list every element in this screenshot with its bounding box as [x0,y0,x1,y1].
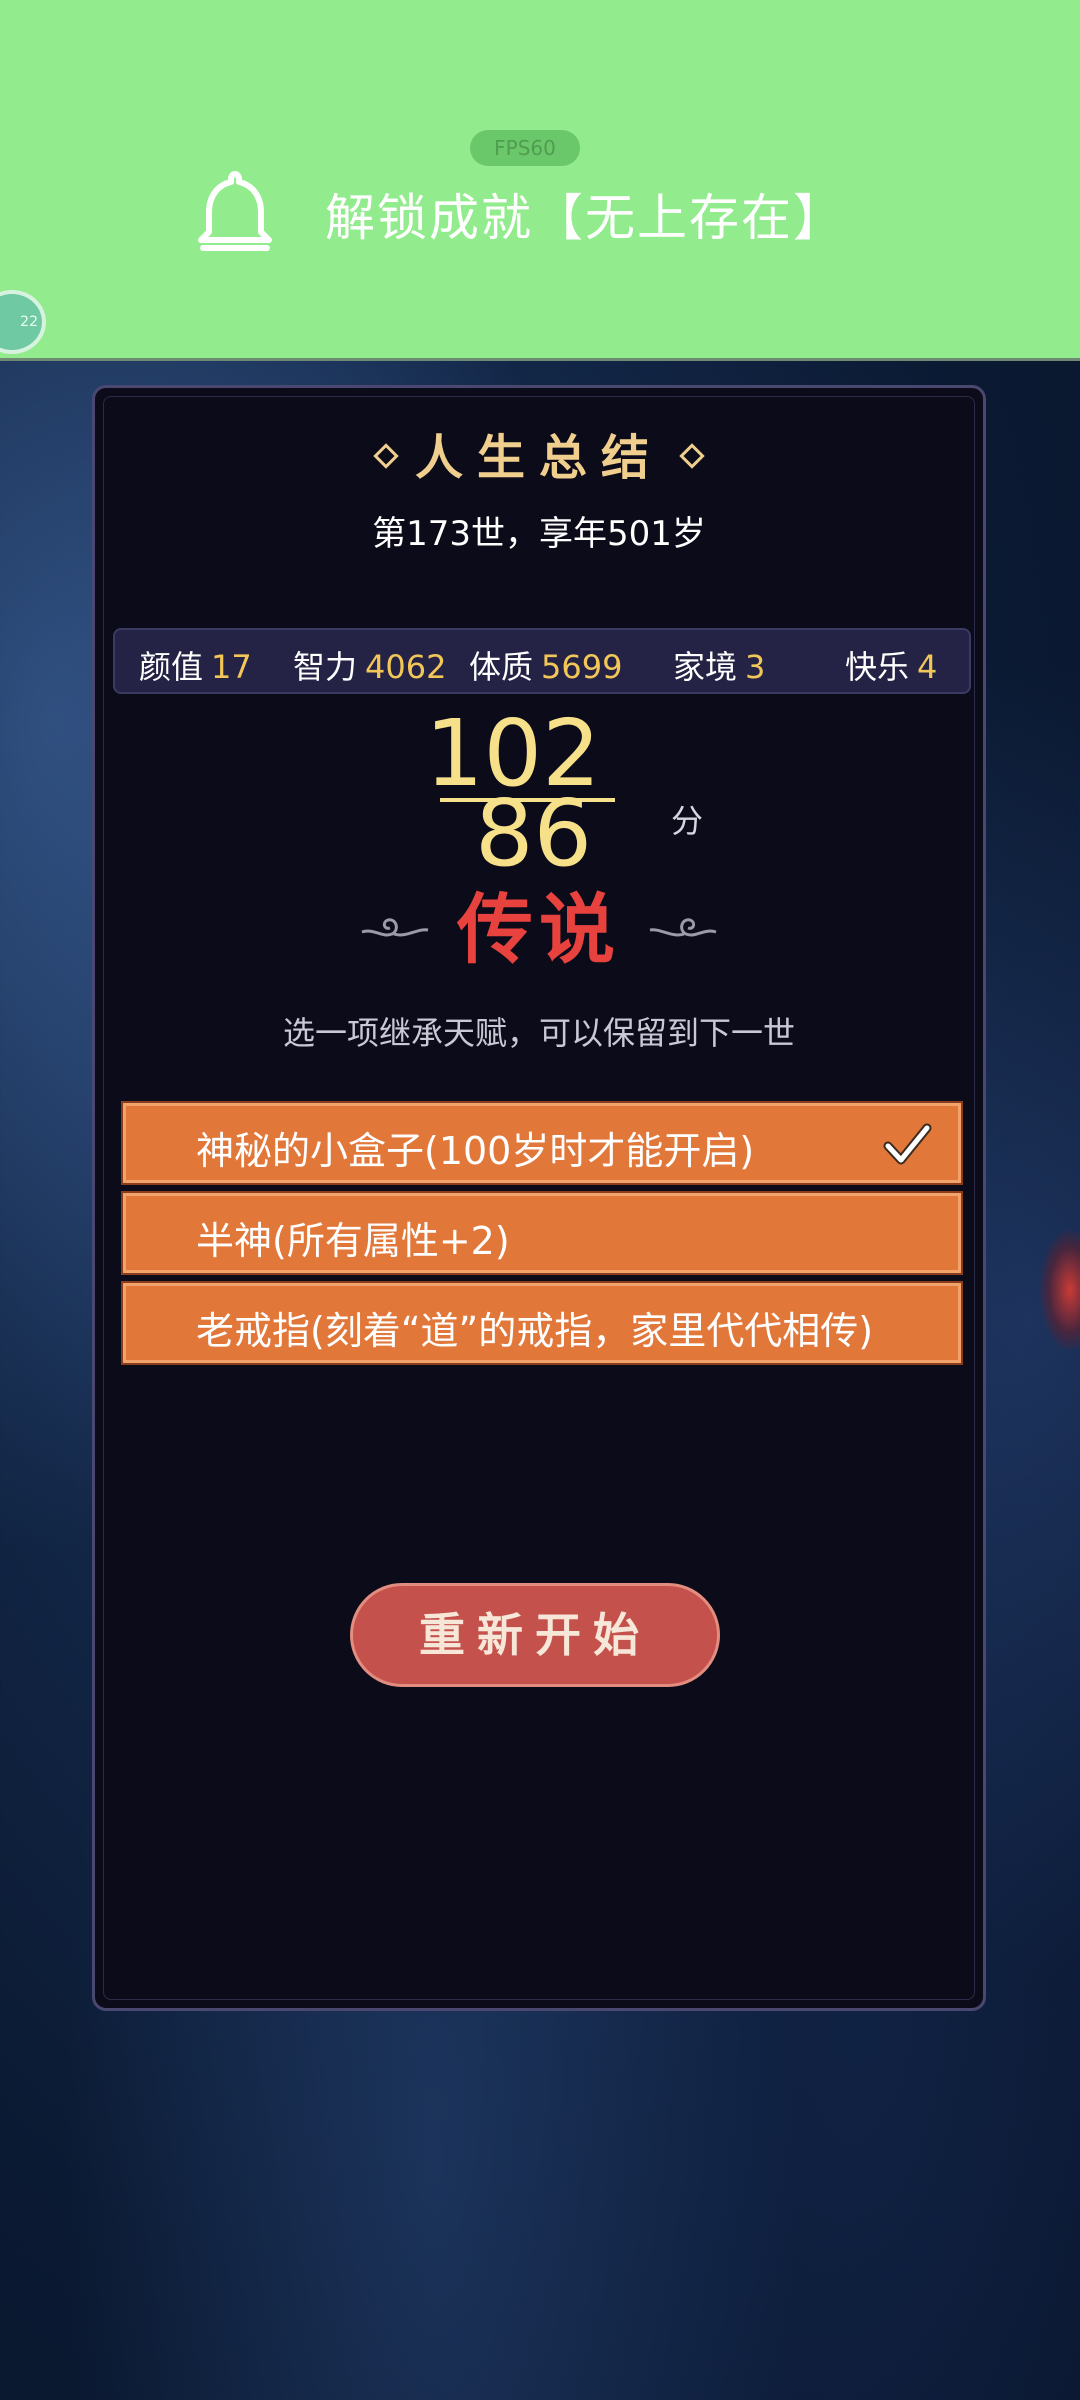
score-unit: 分 [671,802,704,840]
diamond-ornament-icon [679,442,705,469]
fps-counter: FPS60 [470,130,580,166]
rank-title: 传说 [457,885,621,974]
life-info: 第173世，享年501岁 [372,514,706,554]
stat-appearance: 颜值 17 [139,642,252,688]
talent-option-label: 半神(所有属性+2) [196,1219,510,1263]
stat-label: 快乐 [845,648,910,686]
stat-value: 17 [211,648,252,686]
stat-label: 体质 [469,648,534,686]
stat-value: 5699 [541,648,623,686]
stat-value: 3 [745,648,766,686]
stat-value: 4062 [365,648,447,686]
stat-value: 4 [917,648,938,686]
talent-option-label: 神秘的小盒子(100岁时才能开启) [196,1129,755,1173]
checkmark-icon [883,1123,932,1165]
panel-title: 人生总结 [95,418,983,488]
stat-family: 家境 3 [673,642,765,688]
talent-option[interactable]: 半神(所有属性+2) [121,1191,963,1275]
inherit-hint: 选一项继承天赋，可以保留到下一世 [282,1014,795,1052]
notification-banner[interactable]: FPS60 解锁成就【无上存在】 [0,0,1080,361]
diamond-ornament-icon [373,442,399,469]
talent-option-label: 老戒指(刻着“道”的戒指，家里代代相传) [196,1309,874,1353]
stat-label: 家境 [673,648,738,686]
bell-icon [198,171,272,251]
cloud-ornament-icon [649,918,717,937]
restart-button[interactable]: 重新开始 [350,1583,720,1687]
attribute-bar: 颜值 17 智力 4062 体质 5699 家境 3 快乐 4 [113,628,971,694]
talent-option[interactable]: 老戒指(刻着“道”的戒指，家里代代相传) [121,1281,963,1365]
stat-label: 颜值 [139,648,204,686]
stat-constitution: 体质 5699 [469,642,622,688]
stat-happiness: 快乐 4 [845,642,937,688]
life-summary-panel: 人生总结 第173世，享年501岁 颜值 17 智力 4062 体质 5699 家境 3… [92,385,986,2011]
panel-title-text: 人生总结 [414,430,663,486]
stat-label: 智力 [293,648,358,686]
score-bottom: 86 [475,780,593,887]
stat-intelligence: 智力 4062 [293,642,446,688]
talent-option[interactable]: 神秘的小盒子(100岁时才能开启) [121,1101,963,1185]
notification-message: 解锁成就【无上存在】 [325,189,845,247]
